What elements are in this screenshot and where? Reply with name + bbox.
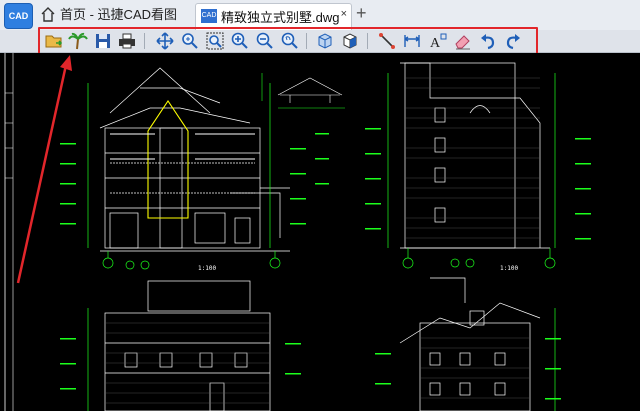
zoom-out-icon[interactable] [255,31,275,51]
zoom-realtime-icon[interactable] [180,31,200,51]
roof-detail [277,77,343,103]
side-elevation-2 [399,277,541,411]
open-file-icon[interactable] [44,31,64,51]
scale-label-side: 1:100 [500,265,519,272]
close-icon[interactable]: × [341,8,347,20]
cad-drawing [4,53,591,411]
toolbar-separator [144,33,145,49]
measure-distance-icon[interactable] [377,31,397,51]
app-logo[interactable]: CAD [4,3,33,29]
dimension-icon[interactable] [402,31,422,51]
zoom-window-icon[interactable] [205,31,225,51]
svg-text:A: A [430,36,441,51]
rear-elevation [104,280,271,411]
home-icon [41,7,55,22]
3d-view-icon[interactable] [315,31,335,51]
toolbar-separator [306,33,307,49]
cad-file-icon: CAD [201,9,217,23]
toolbar-separator [367,33,368,49]
drawing-canvas[interactable]: 1:100 1:100 [0,53,640,411]
undo-icon[interactable] [478,31,498,51]
zoom-in-icon[interactable] [230,31,250,51]
tab-document-label: 精致独立式别墅.dwg [221,10,340,25]
side-elevation [400,62,550,249]
redo-icon[interactable] [503,31,523,51]
tab-home-label: 首页 - 迅捷CAD看图 [60,7,178,22]
eraser-icon[interactable] [453,31,473,51]
text-icon[interactable]: A [428,31,448,51]
print-icon[interactable] [117,31,137,51]
new-tab-button[interactable]: + [356,3,367,24]
brick-hatch [405,77,540,239]
scale-label-front: 1:100 [198,265,217,272]
annotation-arrow [16,55,72,284]
toolbar: A [0,27,640,55]
tab-document[interactable]: CAD 精致独立式别墅.dwg × [195,3,352,30]
tab-home[interactable]: 首页 - 迅捷CAD看图 [40,4,177,26]
zoom-previous-icon[interactable] [280,31,300,51]
pan-icon[interactable] [155,31,175,51]
3d-orbit-icon[interactable] [340,31,360,51]
palm-tree-icon[interactable] [68,31,88,51]
save-icon[interactable] [93,31,113,51]
